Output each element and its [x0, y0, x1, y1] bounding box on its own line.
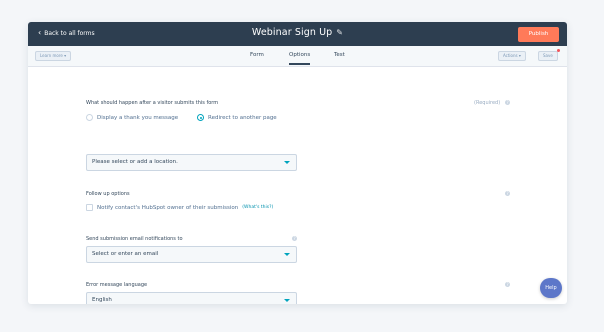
checkbox-icon: [86, 204, 93, 211]
tab-test[interactable]: Test: [334, 52, 345, 58]
radio-redirect-label: Redirect to another page: [208, 114, 277, 121]
form-title-text: Webinar Sign Up: [251, 27, 333, 38]
location-select[interactable]: Please select or add a location.: [86, 154, 297, 171]
help-icon[interactable]: ?: [505, 282, 510, 287]
notify-owner-label: Notify contact's HubSpot owner of their …: [97, 204, 239, 211]
save-button[interactable]: Save: [538, 51, 558, 61]
radio-thank-you[interactable]: Display a thank you message: [86, 114, 178, 121]
help-chat-button[interactable]: Help: [540, 278, 562, 298]
options-panel: What should happen after a visitor submi…: [28, 67, 567, 304]
notifications-label: Send submission email notifications to: [86, 236, 183, 242]
language-select-value: English: [92, 297, 112, 303]
language-label: Error message language: [86, 282, 148, 288]
language-select[interactable]: English: [86, 292, 297, 304]
unsaved-indicator: [557, 49, 560, 52]
help-icon[interactable]: ?: [505, 191, 510, 196]
after-submit-label: What should happen after a visitor submi…: [86, 100, 219, 106]
tab-bar: Form Options Test: [28, 46, 567, 67]
caret-down-icon: [284, 299, 290, 302]
caret-down-icon: [284, 161, 290, 164]
form-title: Webinar Sign Up ✎: [28, 27, 567, 38]
location-select-value: Please select or add a location.: [92, 159, 178, 165]
email-select-value: Select or enter an email: [92, 251, 159, 257]
pencil-icon[interactable]: ✎: [336, 28, 343, 37]
form-editor-window: ‹ Back to all forms Webinar Sign Up ✎ Pub…: [28, 22, 567, 304]
tab-form[interactable]: Form: [250, 52, 264, 58]
top-bar: ‹ Back to all forms Webinar Sign Up ✎ Pub…: [28, 22, 567, 46]
radio-circle-icon: [86, 114, 93, 121]
publish-button[interactable]: Publish: [518, 27, 559, 42]
help-icon[interactable]: ?: [505, 100, 510, 105]
help-icon[interactable]: ?: [292, 236, 297, 241]
email-select[interactable]: Select or enter an email: [86, 246, 297, 263]
actions-button[interactable]: Actions ▾: [498, 51, 526, 61]
radio-redirect[interactable]: Redirect to another page: [197, 114, 277, 121]
notify-owner-checkbox[interactable]: Notify contact's HubSpot owner of their …: [86, 204, 273, 211]
sub-toolbar: Learn more ▾ Form Options Test Actions ▾…: [28, 46, 567, 67]
tab-options[interactable]: Options: [289, 52, 311, 65]
caret-down-icon: [284, 253, 290, 256]
radio-thank-you-label: Display a thank you message: [97, 114, 179, 121]
follow-up-label: Follow up options: [86, 191, 130, 197]
whats-this-link[interactable]: (What's this?): [242, 205, 273, 210]
radio-selected-icon: [197, 114, 204, 121]
required-text: (Required): [474, 100, 501, 106]
